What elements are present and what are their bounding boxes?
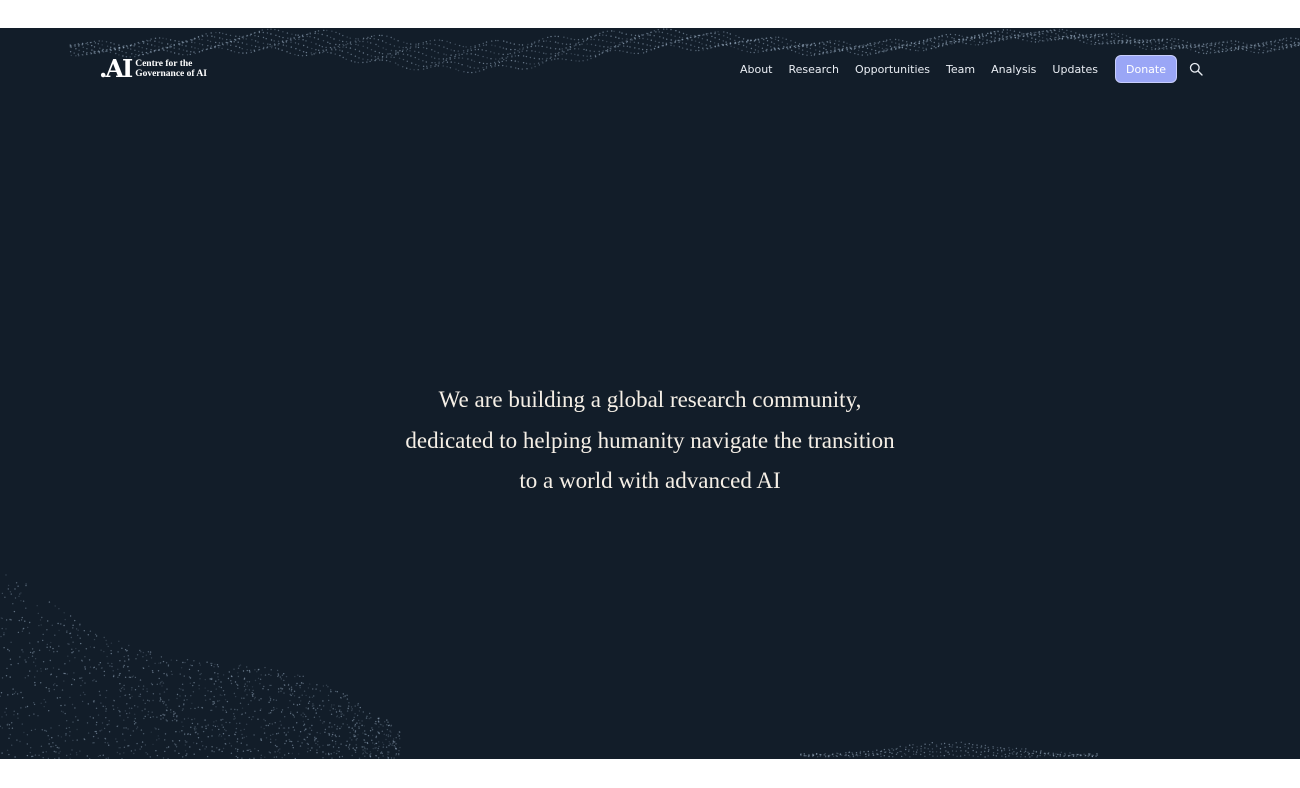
logo-wordmark: Centre for the Governance of AI	[135, 59, 207, 79]
hero-headline: We are building a global research commun…	[0, 380, 1300, 502]
nav-analysis[interactable]: Analysis	[991, 63, 1036, 76]
nav-research[interactable]: Research	[788, 63, 838, 76]
nav-opportunities[interactable]: Opportunities	[855, 63, 930, 76]
logo-mark: .AI	[99, 54, 133, 83]
nav-team[interactable]: Team	[946, 63, 975, 76]
hero-line-3: to a world with advanced AI	[519, 468, 781, 493]
main-nav: About Research Opportunities Team Analys…	[740, 55, 1204, 83]
nav-about[interactable]: About	[740, 63, 773, 76]
site-header: .AI Centre for the Governance of AI Abou…	[0, 28, 1300, 110]
nav-updates[interactable]: Updates	[1052, 63, 1098, 76]
site-logo[interactable]: .AI Centre for the Governance of AI	[99, 57, 207, 81]
hero-line-1: We are building a global research commun…	[438, 387, 862, 412]
search-icon[interactable]	[1188, 61, 1204, 77]
donate-button[interactable]: Donate	[1115, 55, 1177, 83]
logo-line-2: Governance of AI	[135, 69, 207, 79]
logo-line-1: Centre for the	[135, 59, 193, 69]
hero-section: .AI Centre for the Governance of AI Abou…	[0, 28, 1300, 759]
hero-line-2: dedicated to helping humanity navigate t…	[405, 427, 895, 453]
